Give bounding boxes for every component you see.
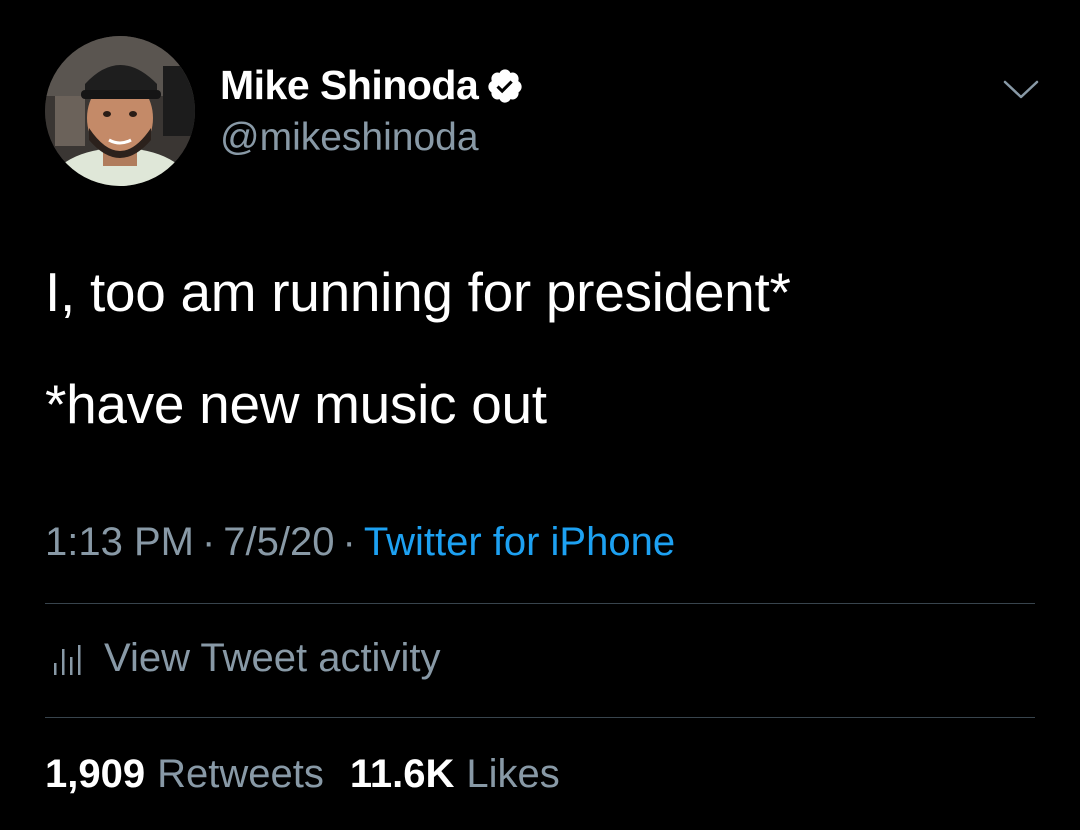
bar-chart-icon <box>50 641 86 681</box>
retweets-count: 1,909 <box>45 752 146 796</box>
retweets-label: Retweets <box>157 752 324 796</box>
verified-badge-icon <box>486 67 524 105</box>
view-tweet-activity-label: View Tweet activity <box>104 636 441 680</box>
likes-count: 11.6K <box>349 752 455 796</box>
view-tweet-activity-button[interactable]: View Tweet activity <box>50 636 440 681</box>
divider <box>45 603 1035 604</box>
tweet-text-line-2: *have new music out <box>45 373 547 435</box>
tweet-detail: Mike Shinoda @mikeshinoda I, too am runn… <box>0 0 1080 830</box>
tweet-source-link[interactable]: Twitter for iPhone <box>364 520 675 564</box>
author-name[interactable]: Mike Shinoda <box>220 62 524 109</box>
likes-label: Likes <box>466 752 560 796</box>
likes-stat[interactable]: 11.6K Likes <box>350 752 560 797</box>
engagement-stats: 1,909 Retweets 11.6K Likes <box>45 752 586 797</box>
tweet-metadata: 1:13 PM · 7/5/20 · Twitter for iPhone <box>45 520 675 565</box>
tweet-time: 1:13 PM <box>45 520 194 564</box>
author-name-text: Mike Shinoda <box>220 62 479 108</box>
meta-separator: · <box>342 520 356 564</box>
divider <box>45 717 1035 718</box>
meta-separator: · <box>201 520 216 564</box>
avatar-photo <box>45 36 195 186</box>
avatar[interactable] <box>45 36 195 186</box>
chevron-down-icon[interactable] <box>1003 80 1039 100</box>
tweet-text-line-1: I, too am running for president* <box>45 261 791 323</box>
retweets-stat[interactable]: 1,909 Retweets <box>45 752 324 797</box>
tweet-date: 7/5/20 <box>223 520 335 564</box>
author-handle[interactable]: @mikeshinoda <box>220 116 479 160</box>
